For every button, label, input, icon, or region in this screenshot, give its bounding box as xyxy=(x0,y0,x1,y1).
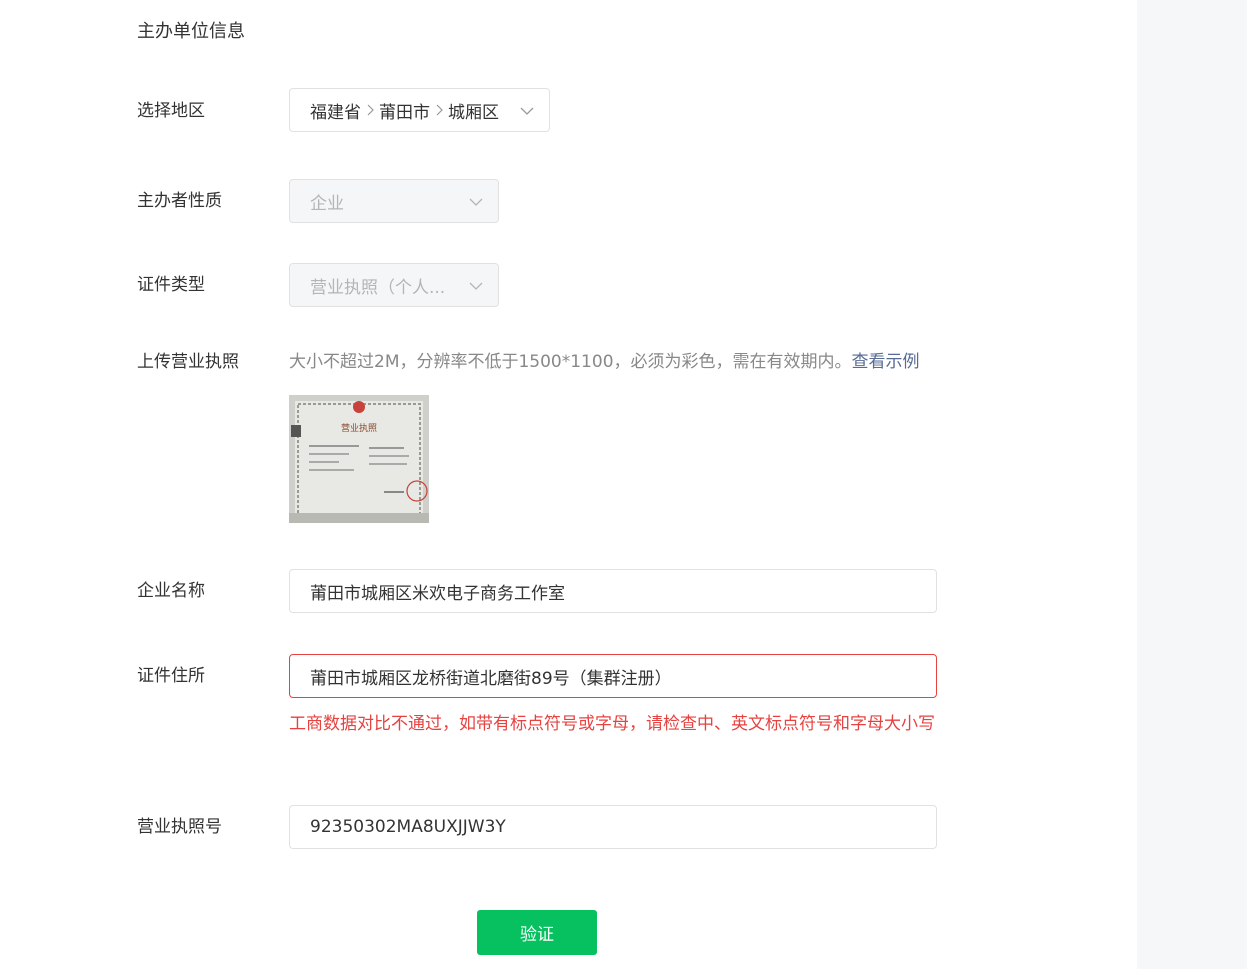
nature-select: 企业 xyxy=(289,179,499,223)
address-error-message: 工商数据对比不通过，如带有标点符号或字母，请检查中、英文标点符号和字母大小写 xyxy=(289,714,935,734)
cert-type-select: 营业执照（个人... xyxy=(289,263,499,307)
chevron-right-icon xyxy=(434,103,444,117)
cert-type-label: 证件类型 xyxy=(137,275,205,295)
license-no-label: 营业执照号 xyxy=(137,817,222,837)
region-select[interactable]: 福建省 莆田市 城厢区 xyxy=(289,88,550,132)
upload-label: 上传营业执照 xyxy=(137,352,239,372)
emblem-icon xyxy=(353,401,365,413)
chevron-down-icon xyxy=(468,194,484,210)
license-image: 营业执照 xyxy=(289,395,429,523)
chevron-down-icon xyxy=(468,278,484,294)
nature-value: 企业 xyxy=(310,193,344,214)
license-thumbnail[interactable]: 营业执照 xyxy=(289,395,429,523)
address-value: 莆田市城厢区龙桥街道北磨街89号（集群注册） xyxy=(310,668,672,689)
nature-label: 主办者性质 xyxy=(137,191,222,211)
thumb-title: 营业执照 xyxy=(341,422,377,434)
license-no-input[interactable]: 92350302MA8UXJJW3Y xyxy=(289,805,937,849)
section-title: 主办单位信息 xyxy=(137,21,245,42)
view-example-link[interactable]: 查看示例 xyxy=(852,352,920,372)
chevron-down-icon xyxy=(519,103,535,119)
region-label: 选择地区 xyxy=(137,101,205,121)
license-no-value: 92350302MA8UXJJW3Y xyxy=(310,817,506,837)
right-sidebar xyxy=(1137,0,1247,969)
form-panel: 主办单位信息 选择地区 福建省 莆田市 城厢区 主办者性质 企业 证件类型 营业… xyxy=(0,0,1137,969)
upload-hint: 大小不超过2M，分辨率不低于1500*1100，必须为彩色，需在有效期内。查看示… xyxy=(289,351,920,373)
region-district: 城厢区 xyxy=(448,102,499,123)
cert-type-value: 营业执照（个人... xyxy=(310,277,446,298)
region-city: 莆田市 xyxy=(379,102,430,123)
address-label: 证件住所 xyxy=(137,666,205,686)
address-input[interactable]: 莆田市城厢区龙桥街道北磨街89号（集群注册） xyxy=(289,654,937,698)
verify-button[interactable]: 验证 xyxy=(477,910,597,955)
chevron-right-icon xyxy=(365,103,375,117)
upload-hint-text: 大小不超过2M，分辨率不低于1500*1100，必须为彩色，需在有效期内。 xyxy=(289,352,852,372)
company-name-value: 莆田市城厢区米欢电子商务工作室 xyxy=(310,583,565,604)
company-name-label: 企业名称 xyxy=(137,581,205,601)
region-province: 福建省 xyxy=(310,102,361,123)
company-name-input[interactable]: 莆田市城厢区米欢电子商务工作室 xyxy=(289,569,937,613)
